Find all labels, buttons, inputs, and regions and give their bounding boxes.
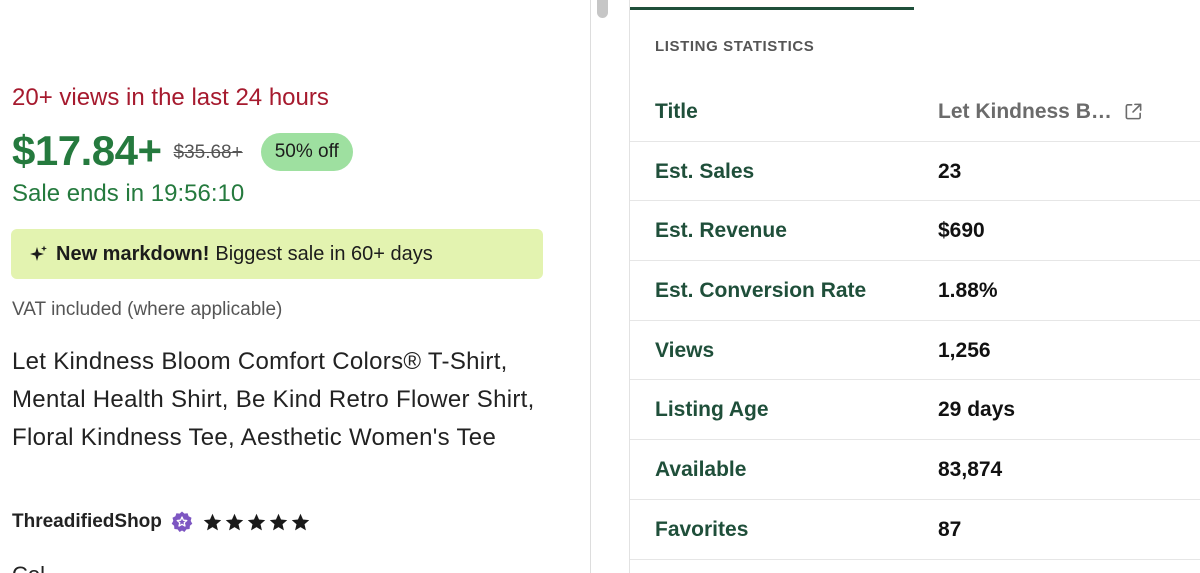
stat-value: 83,874 [938,458,1003,482]
sparkle-icon [29,244,49,264]
stat-value: 29 days [938,398,1016,422]
stat-value: 23 [938,159,962,183]
shop-row: ThreadifiedShop [12,507,311,537]
stat-row-views: Views 1,256 [630,321,1200,381]
listing-title-link[interactable]: Let Kindness Bloom Comfort Colors® T-Shi… [938,82,1116,141]
rating-stars[interactable] [202,512,311,533]
stat-row-est-conversion-rate: Est. Conversion Rate 1.88% [630,261,1200,321]
stat-row-title: Title Let Kindness Bloom Comfort Colors®… [630,82,1200,142]
markdown-banner: New markdown! Biggest sale in 60+ days [11,229,543,279]
color-option-label: Col [12,562,45,573]
sale-price: $17.84+ [12,127,162,174]
stat-label: Est. Conversion Rate [655,279,867,303]
discount-badge: 50% off [260,133,353,171]
external-link-icon[interactable] [1124,102,1143,121]
views-note: 20+ views in the last 24 hours [12,84,329,111]
star-icon [246,512,267,533]
vat-note: VAT included (where applicable) [12,299,283,320]
star-seller-badge-icon [170,510,194,534]
stat-label: Title [655,100,698,123]
shop-name-link[interactable]: ThreadifiedShop [12,511,162,533]
scrollbar-thumb[interactable] [597,0,608,18]
price-row: $17.84+ $35.68+ 50% off [12,126,353,176]
listing-panel: 20+ views in the last 24 hours $17.84+ $… [0,0,590,573]
sale-countdown: Sale ends in 19:56:10 [12,180,245,207]
star-icon [202,512,223,533]
stat-row-est-revenue: Est. Revenue $690 [630,201,1200,262]
stat-row-favorites: Favorites 87 [630,500,1200,560]
star-icon [290,512,311,533]
stat-row-listing-age: Listing Age 29 days [630,380,1200,441]
stat-label: Est. Sales [655,159,755,183]
scrollbar-track[interactable] [591,0,613,573]
markdown-detail-text: Biggest sale in 60+ days [215,242,433,265]
page: 20+ views in the last 24 hours $17.84+ $… [0,0,1200,573]
markdown-strong-text: New markdown! [56,242,210,265]
stat-label: Available [655,458,747,482]
stats-table: Title Let Kindness Bloom Comfort Colors®… [630,82,1200,560]
original-price: $35.68+ [173,142,243,163]
active-tab-indicator [630,7,914,10]
stat-value: 87 [938,517,962,541]
stat-value: 1.88% [938,279,998,303]
stat-row-available: Available 83,874 [630,440,1200,500]
stat-label: Views [655,338,715,362]
stat-label: Favorites [655,517,749,541]
star-icon [224,512,245,533]
stat-label: Listing Age [655,398,769,422]
stats-heading: LISTING STATISTICS [655,38,815,55]
star-icon [268,512,289,533]
listing-title: Let Kindness Bloom Comfort Colors® T-Shi… [12,348,535,451]
stat-row-est-sales: Est. Sales 23 [630,142,1200,202]
listing-statistics-panel: LISTING STATISTICS Title Let Kindness Bl… [629,0,1200,573]
stat-label: Est. Revenue [655,219,787,243]
stat-value: $690 [938,219,985,243]
stat-value: 1,256 [938,338,991,362]
